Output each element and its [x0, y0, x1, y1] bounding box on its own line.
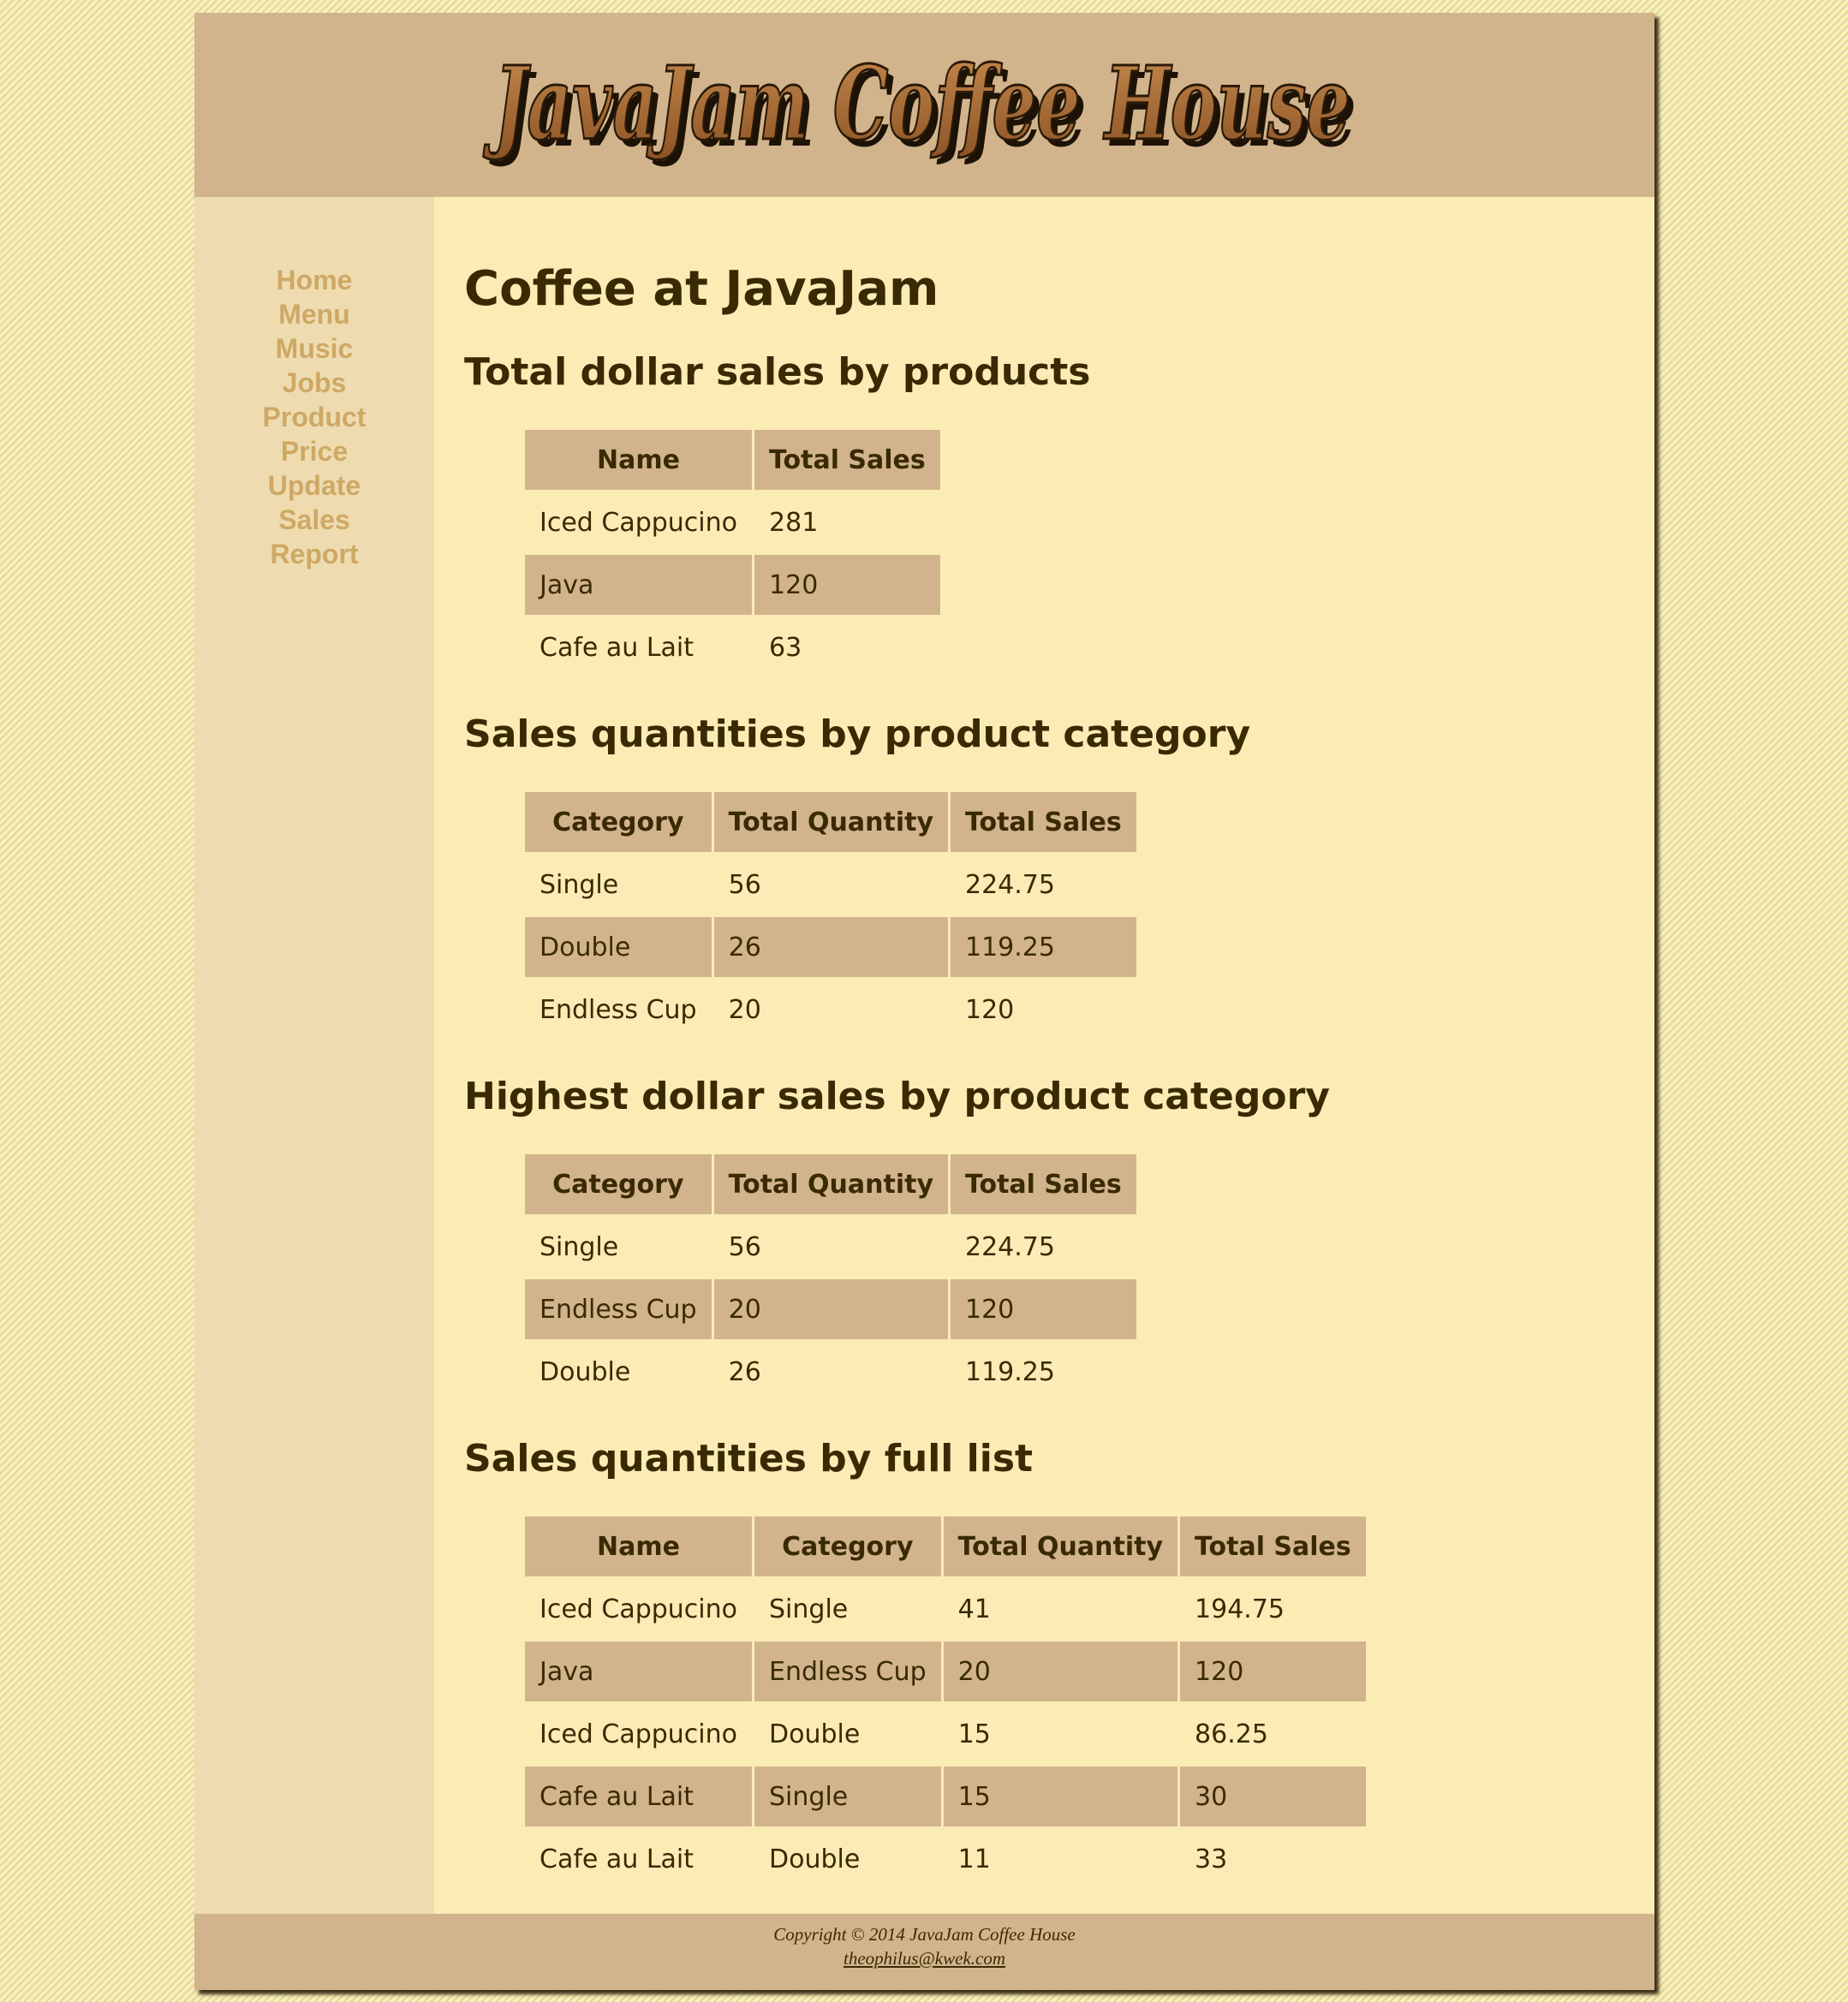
column-header: Category: [525, 792, 712, 852]
nav-link-report[interactable]: Report: [270, 539, 358, 569]
table-cell: Endless Cup: [539, 994, 697, 1025]
table-cell: 86.25: [1195, 1719, 1268, 1749]
page-title: Coffee at JavaJam: [464, 261, 939, 317]
table-cell: Endless Cup: [754, 1642, 941, 1701]
table-cell: Iced Cappucino: [539, 1594, 738, 1624]
table-cell: 30: [1180, 1767, 1366, 1826]
table-cell: 20: [713, 1279, 948, 1339]
table-cell: 281: [769, 507, 819, 538]
column-header: Category: [525, 1154, 712, 1214]
header: JavaJam Coffee House JavaJam Coffee Hous…: [194, 13, 1654, 197]
table-cell: Single: [539, 1231, 619, 1262]
table-cell: Single: [539, 869, 619, 900]
table-cell: Endless Cup: [525, 1279, 712, 1339]
table-cell: 15: [957, 1719, 991, 1749]
table-cell: Java: [525, 555, 753, 615]
table-cell: 11: [957, 1844, 991, 1874]
table-cell: 63: [769, 632, 802, 663]
column-header: Total Sales: [754, 430, 940, 490]
nav-link-sales[interactable]: Sales: [278, 504, 350, 535]
table-quantities-by-category: Category Total Quantity Total Sales Sing…: [522, 789, 1139, 1042]
column-header: Name: [525, 1516, 753, 1576]
email-link[interactable]: theophilus@kwek.com: [844, 1948, 1005, 1969]
column-header: Total Quantity: [713, 792, 948, 852]
table-cell: Single: [769, 1594, 849, 1624]
column-header: Total Sales: [951, 792, 1136, 852]
table-cell: Iced Cappucino: [539, 1719, 738, 1749]
table-cell: 56: [728, 1231, 761, 1262]
nav-link-music[interactable]: Music: [276, 333, 354, 364]
table-cell: 33: [1195, 1844, 1228, 1874]
column-header: Name: [525, 430, 753, 490]
nav-link-menu[interactable]: Menu: [278, 299, 350, 330]
nav-link-update[interactable]: Update: [268, 470, 361, 501]
nav-link-home[interactable]: Home: [277, 265, 353, 295]
table-cell: 26: [728, 1356, 761, 1387]
table-highest-dollar-sales: Category Total Quantity Total Sales Sing…: [522, 1152, 1139, 1404]
logo-text: JavaJam Coffee House: [483, 44, 1350, 163]
nav-link-price[interactable]: Price: [281, 436, 348, 467]
table-cell: 119.25: [951, 917, 1136, 977]
nav-list: Home Menu Music Jobs Product Price Updat…: [194, 263, 434, 571]
footer: Copyright © 2014 JavaJam Coffee House th…: [194, 1914, 1654, 1990]
table-cell: 41: [957, 1594, 991, 1624]
table-cell: Double: [769, 1719, 861, 1749]
nav-link-jobs[interactable]: Jobs: [283, 367, 347, 398]
table-cell: 20: [728, 994, 761, 1025]
table-cell: Double: [525, 917, 712, 977]
table-cell: Cafe au Lait: [539, 1844, 694, 1874]
table-cell: 224.75: [965, 869, 1055, 900]
table-cell: 119.25: [965, 1356, 1055, 1387]
logo-graphic: JavaJam Coffee House JavaJam Coffee Hous…: [481, 43, 1356, 170]
site-logo[interactable]: JavaJam Coffee House JavaJam Coffee Hous…: [477, 34, 1368, 171]
table-cell: Cafe au Lait: [525, 1767, 753, 1826]
table-cell: 224.75: [965, 1231, 1055, 1262]
table-cell: 120: [754, 555, 940, 615]
table-cell: 194.75: [1195, 1594, 1285, 1624]
column-header: Category: [754, 1516, 941, 1576]
section-heading-total-dollar-sales: Total dollar sales by products: [464, 350, 1091, 394]
table-total-dollar-sales: Name Total Sales Iced Cappucino 281 Java…: [522, 427, 943, 680]
column-header: Total Sales: [1180, 1516, 1366, 1576]
table-cell: 120: [1180, 1642, 1366, 1701]
column-header: Total Quantity: [943, 1516, 1178, 1576]
section-heading-quantities-by-category: Sales quantities by product category: [464, 712, 1251, 756]
page-wrapper: JavaJam Coffee House JavaJam Coffee Hous…: [194, 13, 1654, 1990]
table-cell: 26: [713, 917, 948, 977]
section-heading-full-list: Sales quantities by full list: [464, 1437, 1034, 1481]
section-heading-highest-dollar-sales: Highest dollar sales by product category: [464, 1075, 1330, 1118]
nav-link-product[interactable]: Product: [263, 402, 367, 432]
table-cell: Java: [525, 1642, 753, 1701]
table-cell: 120: [951, 1279, 1136, 1339]
table-cell: Single: [754, 1767, 941, 1826]
table-cell: 120: [965, 994, 1015, 1025]
table-cell: Double: [539, 1356, 631, 1387]
table-cell: Double: [769, 1844, 861, 1874]
column-header: Total Quantity: [713, 1154, 948, 1214]
sidebar-nav: Home Menu Music Jobs Product Price Updat…: [194, 197, 434, 1927]
table-cell: 56: [728, 869, 761, 900]
table-full-list: Name Category Total Quantity Total Sales…: [522, 1514, 1368, 1892]
table-cell: 15: [943, 1767, 1178, 1826]
table-cell: Cafe au Lait: [539, 632, 694, 663]
copyright-text: Copyright © 2014 JavaJam Coffee House: [773, 1924, 1076, 1945]
table-cell: Iced Cappucino: [539, 507, 738, 538]
table-cell: 20: [943, 1642, 1178, 1701]
column-header: Total Sales: [951, 1154, 1136, 1214]
